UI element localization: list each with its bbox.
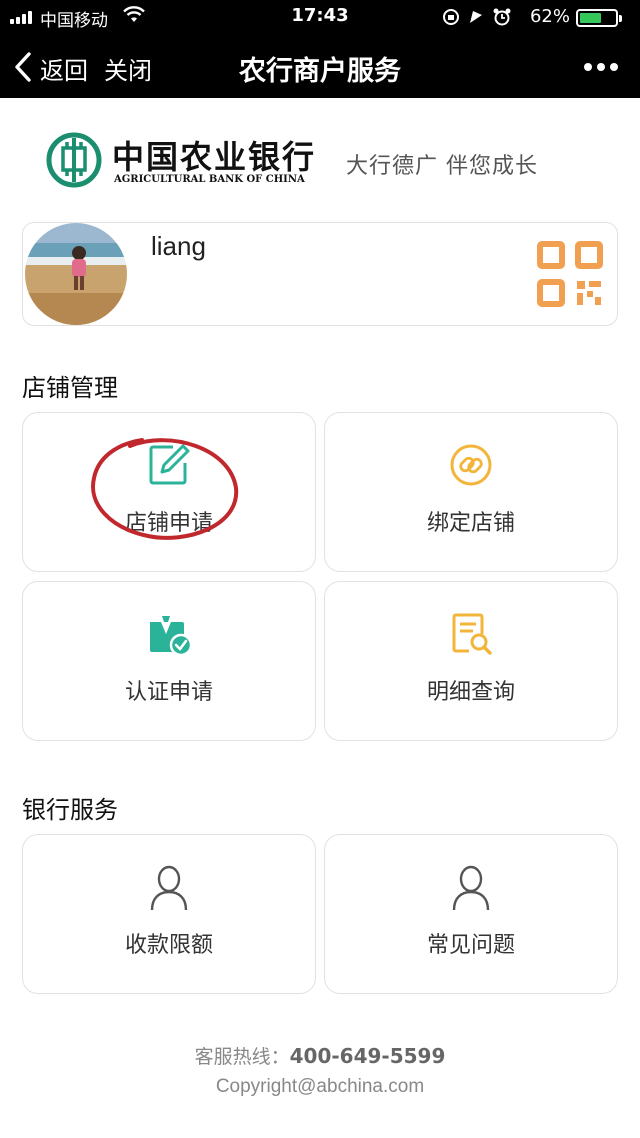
payment-limit-card[interactable]: 收款限额: [22, 834, 316, 994]
hotline: 客服热线：400-649-5599: [0, 1042, 640, 1069]
section-title-store: 店铺管理: [22, 374, 118, 402]
battery-percent: 62%: [529, 6, 570, 27]
certify-icon: [150, 616, 192, 656]
search-document-icon: [452, 613, 492, 655]
faq-label: 常见问题: [426, 933, 515, 958]
status-icons: [443, 8, 511, 26]
detail-query-card[interactable]: 明细查询: [324, 581, 618, 741]
page-title: 农行商户服务: [239, 56, 401, 87]
hotline-label: 客服热线：: [194, 1046, 290, 1068]
avatar[interactable]: [25, 223, 127, 325]
status-bar: 中国移动 17:43 62%: [0, 0, 640, 34]
top-bar: 中国移动 17:43 62% 返回 关闭 农行商户服务: [0, 0, 640, 98]
user-icon: [452, 865, 490, 911]
faq-card[interactable]: 常见问题: [324, 834, 618, 994]
battery-level: [580, 13, 602, 23]
link-icon: [450, 444, 492, 486]
bind-store-card[interactable]: 绑定店铺: [324, 412, 618, 572]
nav-bar: 返回 关闭 农行商户服务: [0, 38, 640, 94]
alarm-icon: [493, 8, 511, 26]
certify-apply-label: 认证申请: [124, 680, 213, 705]
battery-icon: [576, 9, 622, 27]
user-icon: [150, 865, 188, 911]
certify-apply-card[interactable]: 认证申请: [22, 581, 316, 741]
hotline-number[interactable]: 400-649-5599: [290, 1044, 446, 1068]
bank-header: 中国农业银行 AGRICULTURAL BANK OF CHINA 大行德广 伴…: [0, 98, 640, 216]
bank-name-english: AGRICULTURAL BANK OF CHINA: [114, 174, 305, 185]
qr-code-icon[interactable]: [537, 241, 603, 307]
profile-card[interactable]: liang: [22, 222, 618, 326]
highlight-circle-annotation: [91, 438, 239, 540]
location-icon: [470, 11, 482, 23]
copyright: Copyright@abchina.com: [215, 1076, 425, 1097]
rotation-lock-icon: [443, 9, 459, 25]
detail-query-label: 明细查询: [426, 680, 515, 705]
bank-slogan: 大行德广 伴您成长: [346, 154, 538, 179]
bank-name: 中国农业银行: [112, 138, 317, 176]
abc-logo-icon: [46, 132, 102, 188]
payment-limit-label: 收款限额: [124, 933, 213, 958]
section-title-bank-service: 银行服务: [22, 796, 118, 824]
bind-store-label: 绑定店铺: [426, 511, 515, 536]
username: liang: [151, 231, 206, 261]
more-menu-icon[interactable]: [584, 63, 618, 71]
